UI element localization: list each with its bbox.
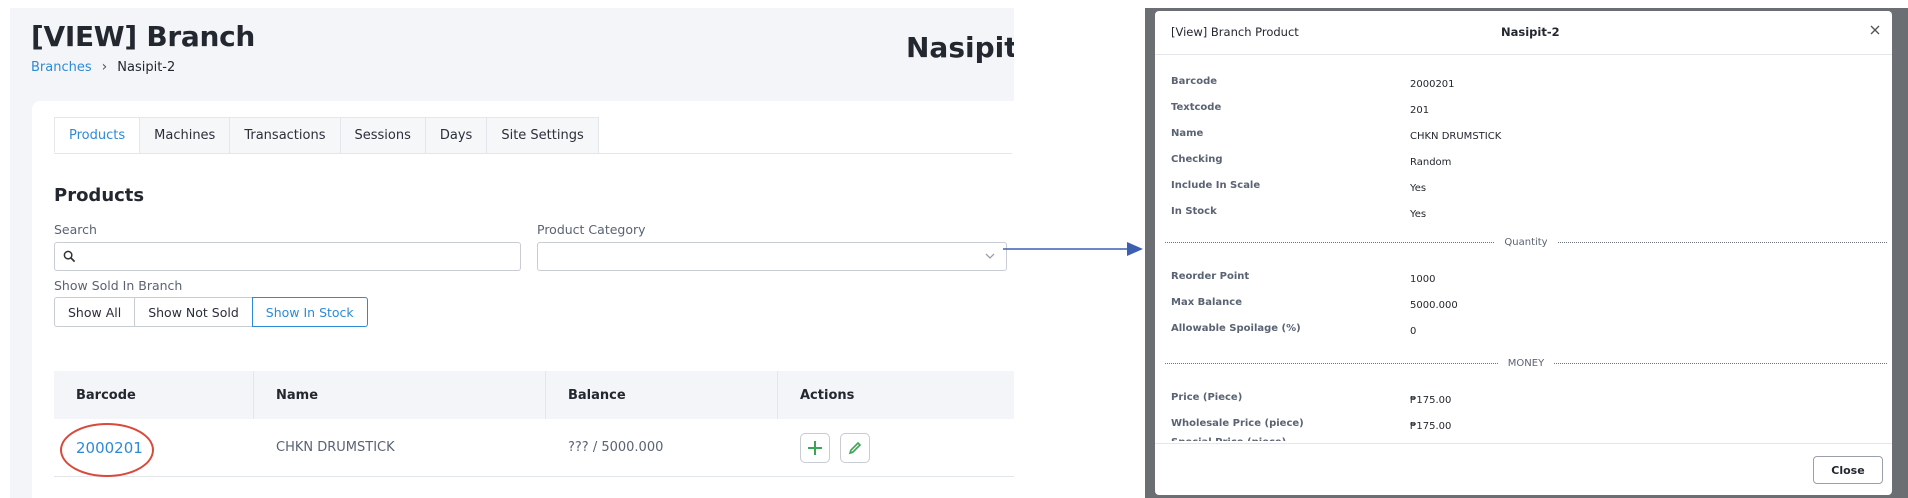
field-key: Reorder Point <box>1171 271 1250 282</box>
field-key: Price (Piece) <box>1171 392 1243 403</box>
pencil-icon <box>848 441 862 454</box>
actions-cell <box>778 419 1014 477</box>
field-value: 5000.000 <box>1410 300 1458 311</box>
field-include-in-scale: Include In Scale Yes <box>1155 180 1892 206</box>
chevron-down-icon <box>985 253 995 259</box>
field-special-price: Special Price (piece) <box>1155 437 1892 441</box>
breadcrumb-branches-link[interactable]: Branches <box>31 60 92 75</box>
field-value: 0 <box>1410 326 1417 337</box>
add-stock-button[interactable] <box>800 432 830 463</box>
tab-sessions[interactable]: Sessions <box>339 117 426 153</box>
column-header-barcode[interactable]: Barcode <box>54 371 254 419</box>
field-in-stock: In Stock Yes <box>1155 206 1892 232</box>
field-value: Yes <box>1410 209 1427 220</box>
column-header-name[interactable]: Name <box>254 371 546 419</box>
field-key: Include In Scale <box>1171 180 1261 191</box>
field-key: Wholesale Price (piece) <box>1171 418 1304 429</box>
modal-backdrop: [View] Branch Product Nasipit-2 Barcode … <box>1145 8 1908 498</box>
field-value: Random <box>1410 157 1452 168</box>
tab-machines[interactable]: Machines <box>139 117 231 153</box>
plus-icon <box>808 440 822 455</box>
field-price-piece: Price (Piece) ₱175.00 <box>1155 392 1892 418</box>
product-name-cell: CHKN DRUMSTICK <box>276 440 395 455</box>
table-row: 2000201 CHKN DRUMSTICK ??? / 5000.000 <box>54 419 1014 477</box>
barcode-link[interactable]: 2000201 <box>76 439 143 457</box>
search-icon <box>63 250 76 263</box>
branch-name-heading: Nasipit-2 <box>906 31 1014 64</box>
content-card: Products Machines Transactions Sessions … <box>32 101 1014 498</box>
show-all-button[interactable]: Show All <box>54 297 136 327</box>
modal-body: Barcode 2000201 Textcode 201 Name CHKN D… <box>1155 56 1892 441</box>
field-key: Name <box>1171 128 1204 139</box>
field-value: ₱175.00 <box>1410 421 1452 432</box>
field-key: Textcode <box>1171 102 1222 113</box>
branch-view-panel: [VIEW] Branch Nasipit-2 Branches › Nasip… <box>10 8 1014 498</box>
tab-bar: Products Machines Transactions Sessions … <box>54 117 1012 154</box>
sold-filter-label: Show Sold In Branch <box>54 278 183 293</box>
close-button[interactable]: Close <box>1813 456 1883 484</box>
field-name: Name CHKN DRUMSTICK <box>1155 128 1892 154</box>
field-textcode: Textcode 201 <box>1155 102 1892 128</box>
field-value: 1000 <box>1410 274 1436 285</box>
field-value: 2000201 <box>1410 79 1455 90</box>
search-label: Search <box>54 222 97 237</box>
branch-product-modal: [View] Branch Product Nasipit-2 Barcode … <box>1155 11 1892 495</box>
field-key: Special Price (piece) <box>1171 437 1286 441</box>
products-table: Barcode Name Balance Actions 2000201 CHK… <box>54 371 1014 477</box>
category-label: Product Category <box>537 222 646 237</box>
column-header-balance[interactable]: Balance <box>546 371 778 419</box>
section-title: Products <box>54 185 145 206</box>
field-key: Max Balance <box>1171 297 1243 308</box>
field-value: CHKN DRUMSTICK <box>1410 131 1502 142</box>
field-key: Checking <box>1171 154 1223 165</box>
breadcrumb: Branches › Nasipit-2 <box>31 59 175 75</box>
field-key: Barcode <box>1171 76 1218 87</box>
modal-header: [View] Branch Product Nasipit-2 <box>1155 11 1892 55</box>
balance-cell: ??? / 5000.000 <box>568 440 664 455</box>
money-section-label: MONEY <box>1507 357 1545 369</box>
breadcrumb-current: Nasipit-2 <box>117 59 176 75</box>
quantity-divider: Quantity <box>1165 235 1887 249</box>
search-input[interactable] <box>54 242 521 271</box>
close-icon[interactable] <box>1868 23 1882 37</box>
money-divider: MONEY <box>1165 356 1887 370</box>
field-key: In Stock <box>1171 206 1217 217</box>
field-barcode: Barcode 2000201 <box>1155 76 1892 102</box>
field-value: Yes <box>1410 183 1427 194</box>
sold-filter-group: Show All Show Not Sold Show In Stock <box>54 297 368 327</box>
modal-footer: Close <box>1155 443 1892 495</box>
field-value: ₱175.00 <box>1410 395 1452 406</box>
tab-products[interactable]: Products <box>54 117 141 153</box>
show-in-stock-button[interactable]: Show In Stock <box>251 297 368 327</box>
field-checking: Checking Random <box>1155 154 1892 180</box>
tab-days[interactable]: Days <box>424 117 488 153</box>
field-key: Allowable Spoilage (%) <box>1171 323 1301 334</box>
modal-branch-name: Nasipit-2 <box>1501 25 1560 39</box>
modal-title: [View] Branch Product <box>1171 25 1299 39</box>
show-not-sold-button[interactable]: Show Not Sold <box>134 297 253 327</box>
field-max-balance: Max Balance 5000.000 <box>1155 297 1892 323</box>
column-header-actions: Actions <box>800 387 855 403</box>
page-title: [VIEW] Branch <box>31 20 256 53</box>
field-allowable-spoilage: Allowable Spoilage (%) 0 <box>1155 323 1892 349</box>
tab-site-settings[interactable]: Site Settings <box>486 117 599 153</box>
table-header: Barcode Name Balance Actions <box>54 371 1014 419</box>
connector-arrow <box>1003 242 1143 256</box>
edit-button[interactable] <box>840 432 870 463</box>
chevron-right-icon: › <box>101 59 108 75</box>
product-category-select[interactable] <box>537 242 1007 271</box>
quantity-section-label: Quantity <box>1504 236 1548 248</box>
field-reorder-point: Reorder Point 1000 <box>1155 271 1892 297</box>
field-value: 201 <box>1410 105 1430 116</box>
tab-transactions[interactable]: Transactions <box>229 117 341 153</box>
